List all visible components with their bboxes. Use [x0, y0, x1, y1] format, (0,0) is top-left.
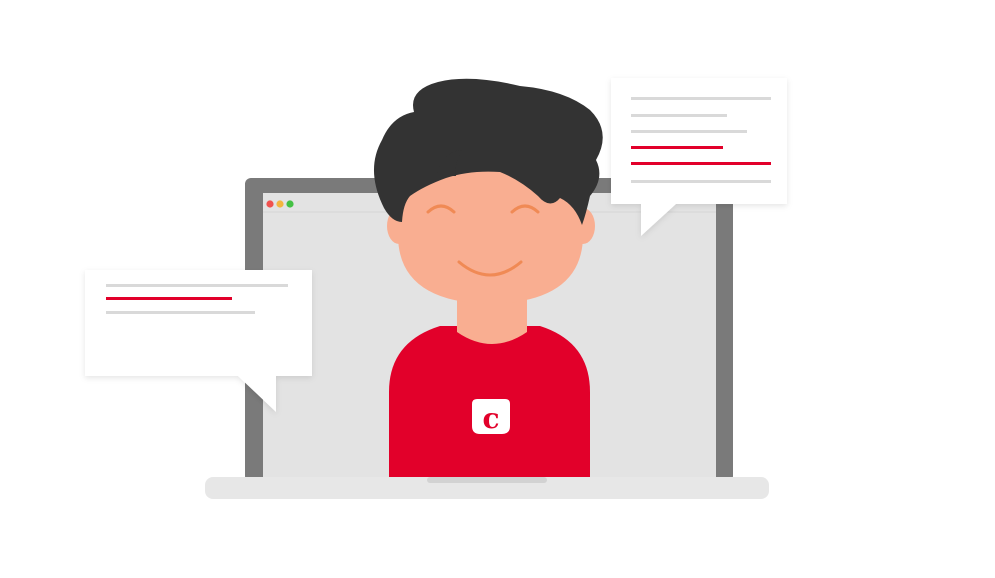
bubble-line: [106, 284, 288, 287]
brand-badge-icon: c: [472, 399, 510, 435]
window-dot-red: [266, 200, 274, 208]
bubble-line-highlight: [631, 146, 723, 149]
laptop-base: [205, 477, 769, 499]
person-head: [373, 78, 603, 304]
window-dot-yellow: [276, 200, 284, 208]
bubble-line: [631, 130, 747, 133]
bubble-line-highlight: [631, 162, 771, 165]
bubble-line: [631, 180, 771, 183]
bubble-line: [631, 114, 727, 117]
laptop-notch: [427, 477, 547, 483]
brand-badge-letter: c: [482, 402, 499, 435]
bubble-line-highlight: [106, 297, 232, 300]
window-controls: [266, 200, 294, 208]
window-dot-green: [286, 200, 294, 208]
illustration-canvas: c: [85, 78, 787, 499]
bubble-line: [106, 311, 255, 314]
video-call-illustration: c: [0, 0, 995, 578]
bubble-line: [631, 97, 771, 100]
